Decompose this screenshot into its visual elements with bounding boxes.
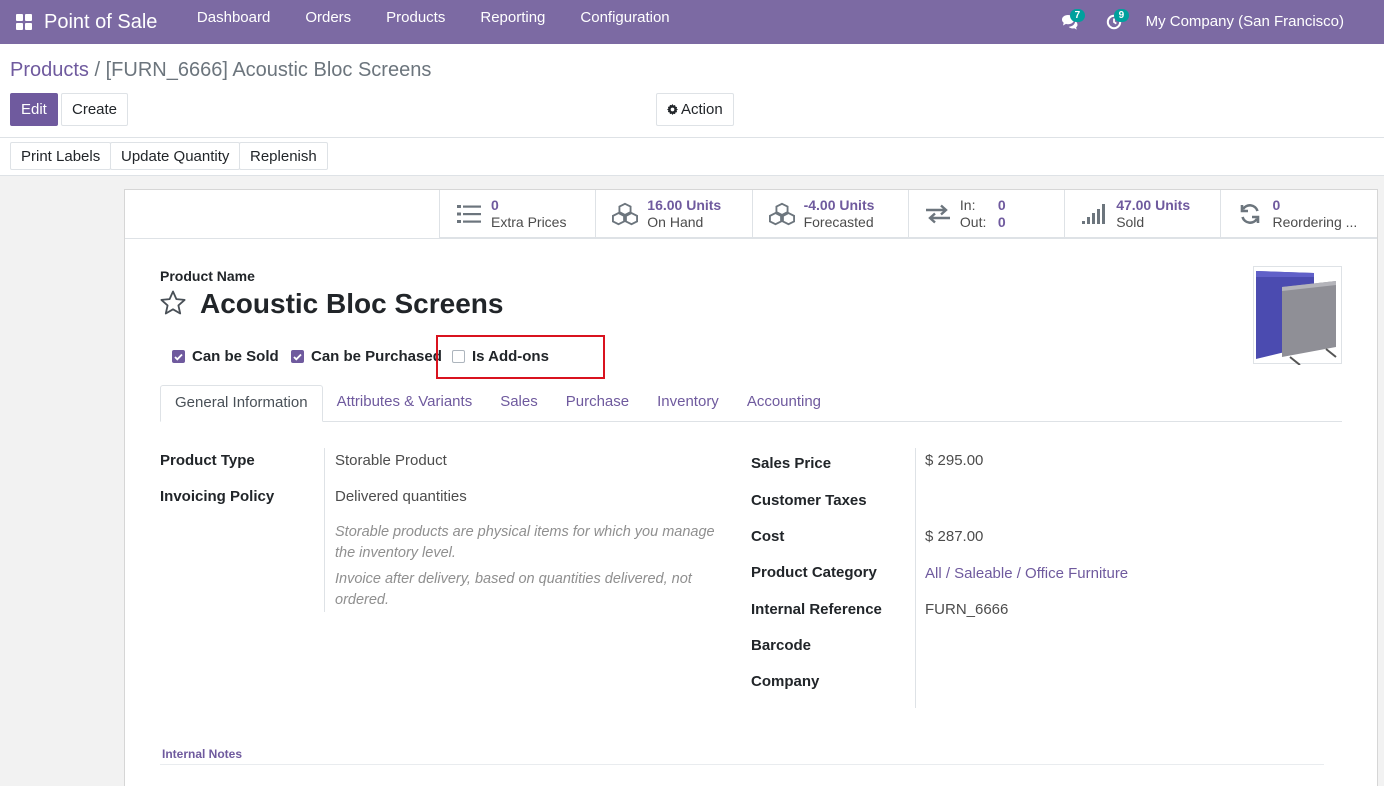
company-switcher[interactable]: My Company (San Francisco) [1136, 4, 1384, 40]
forecasted-label: Forecasted [803, 214, 874, 230]
reordering-value: 0 [1272, 197, 1281, 213]
apps-menu-icon[interactable] [6, 4, 42, 40]
highlight-box [436, 335, 605, 379]
internal-notes-divider [160, 764, 1324, 765]
in-out-button[interactable]: In: 0 Out: 0 [907, 190, 1064, 238]
extra-prices-button[interactable]: 0 Extra Prices [439, 190, 595, 238]
internal-reference-label: Internal Reference [751, 601, 882, 618]
cubes-icon [768, 201, 795, 227]
messages-button[interactable]: 7 [1048, 4, 1092, 40]
breadcrumb: Products / [FURN_6666] Acoustic Bloc Scr… [10, 59, 431, 82]
can-be-purchased-check-icon[interactable] [291, 350, 304, 363]
tab-accounting[interactable]: Accounting [733, 385, 835, 422]
tab-general-information[interactable]: General Information [160, 385, 323, 422]
barcode-label: Barcode [751, 637, 812, 654]
menu-dashboard[interactable]: Dashboard [179, 0, 287, 44]
can-be-sold-check-icon[interactable] [172, 350, 185, 363]
list-icon [456, 201, 482, 227]
action-label: Action [681, 101, 723, 118]
product-name[interactable]: Acoustic Bloc Screens [200, 288, 503, 320]
control-panel: Products / [FURN_6666] Acoustic Bloc Scr… [0, 44, 1384, 176]
sales-price-label: Sales Price [751, 455, 832, 472]
invoicing-policy-label: Invoicing Policy [160, 488, 275, 505]
out-label: Out: [959, 214, 987, 230]
cost-value[interactable]: $ 287.00 [925, 528, 983, 545]
product-type-value[interactable]: Storable Product [335, 452, 447, 469]
internal-reference-value[interactable]: FURN_6666 [925, 601, 1008, 618]
activities-button[interactable]: 9 [1092, 4, 1136, 40]
gear-icon [667, 104, 678, 115]
menu-products[interactable]: Products [369, 0, 463, 44]
refresh-icon [1237, 201, 1263, 227]
can-be-purchased-label: Can be Purchased [311, 348, 442, 365]
tab-purchase[interactable]: Purchase [552, 385, 643, 422]
tab-sales[interactable]: Sales [486, 385, 552, 422]
left-group-divider [324, 448, 325, 612]
exchange-icon [925, 201, 951, 227]
product-image[interactable] [1253, 266, 1342, 366]
can-be-sold-label: Can be Sold [192, 348, 279, 365]
cost-label: Cost [751, 528, 785, 545]
form-sheet: 0 Extra Prices 16.00 Units On Hand -4.00… [124, 189, 1378, 786]
product-category-link[interactable]: All / Saleable / Office Furniture [925, 565, 1128, 582]
replenish-button[interactable]: Replenish [239, 142, 328, 170]
star-icon[interactable] [159, 289, 187, 317]
can-be-purchased-checkbox[interactable]: Can be Purchased [291, 348, 442, 365]
menu-reporting[interactable]: Reporting [463, 0, 563, 44]
breadcrumb-products-link[interactable]: Products [10, 59, 89, 81]
create-button[interactable]: Create [61, 93, 129, 126]
invoicing-policy-help: Invoice after delivery, based on quantit… [335, 571, 692, 608]
sales-price-value[interactable]: $ 295.00 [925, 452, 983, 469]
product-type-label: Product Type [160, 452, 255, 469]
forecasted-button[interactable]: -4.00 Units Forecasted [751, 190, 908, 238]
print-labels-button[interactable]: Print Labels [10, 142, 112, 170]
button-box-divider [125, 238, 1377, 239]
in-value: 0 [997, 197, 1006, 213]
menu-orders[interactable]: Orders [288, 0, 369, 44]
in-label: In: [959, 197, 976, 213]
control-divider [0, 137, 1384, 138]
can-be-sold-checkbox[interactable]: Can be Sold [172, 348, 279, 365]
company-label: Company [751, 673, 820, 690]
right-group-divider [915, 448, 916, 708]
customer-taxes-label: Customer Taxes [751, 492, 867, 509]
product-type-help: Storable products are physical items for… [335, 524, 715, 561]
extra-prices-label: Extra Prices [491, 214, 567, 230]
menu-configuration[interactable]: Configuration [563, 0, 687, 44]
tab-attributes-variants[interactable]: Attributes & Variants [323, 385, 487, 422]
extra-prices-value: 0 [491, 197, 499, 213]
messages-badge: 7 [1069, 9, 1086, 22]
bar-chart-icon [1081, 201, 1107, 227]
internal-notes-title: Internal Notes [162, 747, 243, 761]
on-hand-button[interactable]: 16.00 Units On Hand [595, 190, 751, 238]
edit-button[interactable]: Edit [10, 93, 58, 126]
product-category-label: Product Category [751, 564, 877, 581]
action-button[interactable]: Action [656, 93, 734, 126]
breadcrumb-current: [FURN_6666] Acoustic Bloc Screens [105, 59, 432, 81]
notebook-tabs: General Information Attributes & Variant… [160, 385, 1342, 422]
out-value: 0 [997, 214, 1006, 230]
sold-value: 47.00 Units [1116, 197, 1191, 213]
reordering-label: Reordering ... [1272, 214, 1358, 230]
app-title[interactable]: Point of Sale [44, 11, 157, 34]
cubes-icon [612, 201, 639, 227]
product-name-label: Product Name [160, 268, 255, 284]
breadcrumb-separator: / [88, 59, 106, 81]
forecasted-value: -4.00 Units [803, 197, 875, 213]
sold-label: Sold [1116, 214, 1145, 230]
sold-button[interactable]: 47.00 Units Sold [1064, 190, 1220, 238]
update-quantity-button[interactable]: Update Quantity [110, 142, 241, 170]
reordering-button[interactable]: 0 Reordering ... [1220, 190, 1376, 238]
on-hand-value: 16.00 Units [647, 197, 722, 213]
on-hand-label: On Hand [647, 214, 704, 230]
smart-buttons: 0 Extra Prices 16.00 Units On Hand -4.00… [439, 190, 1377, 238]
tab-inventory[interactable]: Inventory [643, 385, 733, 422]
top-navbar: Point of Sale Dashboard Orders Products … [0, 0, 1384, 44]
activities-badge: 9 [1113, 9, 1130, 22]
invoicing-policy-value[interactable]: Delivered quantities [335, 488, 467, 505]
